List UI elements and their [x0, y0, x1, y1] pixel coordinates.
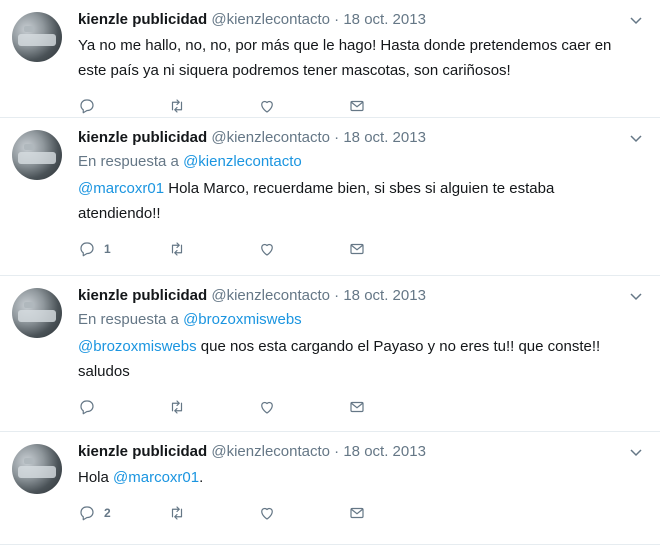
reply-icon: [80, 99, 94, 114]
retweet-button[interactable]: [168, 97, 258, 115]
author-handle[interactable]: @kienzlecontacto: [211, 129, 330, 146]
reply-context: En respuesta a @kienzlecontacto: [78, 152, 640, 172]
reply-icon: [80, 400, 94, 415]
author-name[interactable]: kienzle publicidad: [78, 11, 207, 28]
reply-icon: [80, 506, 94, 521]
reply-to-user-link[interactable]: @brozoxmiswebs: [183, 311, 302, 328]
author-name[interactable]: kienzle publicidad: [78, 129, 207, 146]
retweet-icon: [171, 400, 183, 414]
retweet-icon: [171, 242, 183, 256]
avatar[interactable]: [12, 130, 62, 180]
tweet-text: Hola @marcoxr01.: [78, 465, 640, 490]
author-name[interactable]: kienzle publicidad: [78, 287, 207, 304]
dm-button[interactable]: [348, 504, 438, 522]
envelope-icon: [350, 507, 364, 519]
reply-count: 1: [104, 242, 111, 256]
mention-link[interactable]: @brozoxmiswebs: [78, 338, 197, 355]
reply-context: En respuesta a @brozoxmiswebs: [78, 310, 640, 330]
like-button[interactable]: [258, 398, 348, 416]
heart-icon: [261, 507, 273, 520]
author-name[interactable]: kienzle publicidad: [78, 443, 207, 460]
tweet[interactable]: kienzle publicidad @kienzlecontacto · 18…: [0, 0, 660, 118]
tweet-date[interactable]: 18 oct. 2013: [343, 443, 426, 460]
dm-button[interactable]: [348, 97, 438, 115]
reply-button[interactable]: 2: [78, 504, 168, 522]
tweet-text: @marcoxr01 Hola Marco, recuerdame bien, …: [78, 176, 640, 226]
reply-count: 2: [104, 506, 111, 520]
tweet-date[interactable]: 18 oct. 2013: [343, 287, 426, 304]
heart-icon: [261, 100, 273, 113]
tweet-actions: [78, 388, 640, 426]
tweet-date[interactable]: 18 oct. 2013: [343, 11, 426, 28]
chevron-down-icon[interactable]: [628, 130, 644, 146]
retweet-button[interactable]: [168, 504, 258, 522]
reply-button[interactable]: 1: [78, 240, 168, 258]
author-handle[interactable]: @kienzlecontacto: [211, 287, 330, 304]
mention-link[interactable]: @marcoxr01: [113, 469, 199, 486]
tweet-header: kienzle publicidad @kienzlecontacto · 18…: [78, 286, 640, 305]
tweet-header: kienzle publicidad @kienzlecontacto · 18…: [78, 128, 640, 147]
envelope-icon: [350, 401, 364, 413]
author-handle[interactable]: @kienzlecontacto: [211, 11, 330, 28]
author-handle[interactable]: @kienzlecontacto: [211, 443, 330, 460]
envelope-icon: [350, 243, 364, 255]
like-button[interactable]: [258, 240, 348, 258]
avatar[interactable]: [12, 12, 62, 62]
separator: ·: [334, 443, 340, 460]
reply-button[interactable]: [78, 398, 168, 416]
heart-icon: [261, 243, 273, 256]
chevron-down-icon[interactable]: [628, 12, 644, 28]
retweet-button[interactable]: [168, 398, 258, 416]
reply-to-prefix: En respuesta a: [78, 311, 184, 328]
retweet-button[interactable]: [168, 240, 258, 258]
reply-to-prefix: En respuesta a: [78, 153, 184, 170]
tweet-actions: 1: [78, 230, 640, 268]
separator: ·: [334, 287, 340, 304]
tweet-body: Hola: [78, 469, 114, 486]
tweet-text: @brozoxmiswebs que nos esta cargando el …: [78, 334, 640, 384]
reply-to-user-link[interactable]: @kienzlecontacto: [183, 153, 302, 170]
reply-icon: [80, 242, 94, 257]
tweet-body-end: .: [199, 469, 204, 486]
tweet[interactable]: kienzle publicidad @kienzlecontacto · 18…: [0, 276, 660, 432]
mention-link[interactable]: @marcoxr01: [78, 180, 164, 197]
reply-button[interactable]: [78, 97, 168, 115]
heart-icon: [261, 401, 273, 414]
retweet-icon: [171, 506, 183, 520]
separator: ·: [334, 11, 340, 28]
tweet[interactable]: kienzle publicidad @kienzlecontacto · 18…: [0, 118, 660, 276]
chevron-down-icon[interactable]: [628, 288, 644, 304]
tweet-text: Ya no me hallo, no, no, por más que le h…: [78, 37, 612, 79]
dm-button[interactable]: [348, 240, 438, 258]
envelope-icon: [350, 100, 364, 112]
separator: ·: [334, 129, 340, 146]
avatar[interactable]: [12, 288, 62, 338]
dm-button[interactable]: [348, 398, 438, 416]
tweet-actions: 2: [78, 494, 640, 532]
tweet-header: kienzle publicidad @kienzlecontacto · 18…: [78, 10, 640, 29]
chevron-down-icon[interactable]: [628, 444, 644, 460]
tweet-date[interactable]: 18 oct. 2013: [343, 129, 426, 146]
tweet-feed: kienzle publicidad @kienzlecontacto · 18…: [0, 0, 660, 545]
avatar[interactable]: [12, 444, 62, 494]
like-button[interactable]: [258, 504, 348, 522]
retweet-icon: [171, 99, 183, 113]
like-button[interactable]: [258, 97, 348, 115]
tweet[interactable]: kienzle publicidad @kienzlecontacto · 18…: [0, 432, 660, 545]
tweet-header: kienzle publicidad @kienzlecontacto · 18…: [78, 442, 640, 461]
